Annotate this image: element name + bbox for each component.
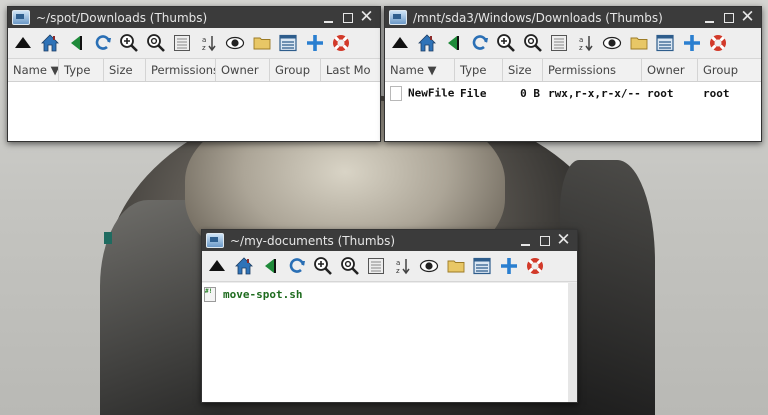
help-lifebuoy-icon[interactable] — [707, 32, 729, 54]
new-icon[interactable] — [304, 32, 326, 54]
close-button[interactable]: ✕ — [357, 7, 376, 28]
window-title: /mnt/sda3/Windows/Downloads (Thumbs) — [413, 10, 663, 25]
help-lifebuoy-icon[interactable] — [330, 32, 352, 54]
column-header-last-modified[interactable]: Last Mo — [321, 59, 378, 81]
thumbs-view-icon[interactable] — [365, 255, 387, 277]
app-window-icon — [389, 10, 407, 25]
file-list[interactable]: move-spot.sh — [202, 283, 577, 402]
column-header-name[interactable]: Name ▼ — [8, 59, 59, 81]
zoom-out-icon[interactable] — [339, 255, 361, 277]
column-header-type[interactable]: Type — [59, 59, 104, 81]
app-window-icon — [206, 233, 224, 248]
help-lifebuoy-icon[interactable] — [524, 255, 546, 277]
hidden-files-eye-icon[interactable] — [224, 32, 246, 54]
column-header-owner[interactable]: Owner — [642, 59, 698, 81]
file-permissions: rwx,r-x,r-x/--- — [548, 86, 642, 100]
list-item[interactable]: move-spot.sh — [202, 284, 577, 304]
svg-text:z: z — [396, 267, 400, 275]
toolbar: az — [202, 251, 577, 282]
up-icon[interactable] — [389, 32, 411, 54]
back-icon[interactable] — [65, 32, 87, 54]
close-button[interactable]: ✕ — [554, 230, 573, 251]
svg-text:z: z — [579, 44, 583, 52]
column-header-permissions[interactable]: Permissions — [543, 59, 642, 81]
detail-view-icon[interactable] — [471, 255, 493, 277]
thumbs-view-icon[interactable] — [171, 32, 193, 54]
home-icon[interactable] — [39, 32, 61, 54]
toolbar: az — [8, 28, 380, 59]
close-button[interactable]: ✕ — [738, 7, 757, 28]
home-icon[interactable] — [233, 255, 255, 277]
zoom-in-icon[interactable] — [495, 32, 517, 54]
svg-text:a: a — [202, 36, 206, 44]
detail-view-icon[interactable] — [277, 32, 299, 54]
new-icon[interactable] — [498, 255, 520, 277]
column-header-type[interactable]: Type — [455, 59, 503, 81]
titlebar[interactable]: /mnt/sda3/Windows/Downloads (Thumbs) ✕ — [385, 7, 761, 28]
back-icon[interactable] — [442, 32, 464, 54]
new-icon[interactable] — [681, 32, 703, 54]
maximize-button[interactable] — [338, 7, 357, 28]
thumbs-view-icon[interactable] — [548, 32, 570, 54]
column-header-row: Name ▼ Type Size Permissions Owner Group… — [8, 59, 380, 82]
column-header-group[interactable]: Group — [270, 59, 321, 81]
hidden-files-eye-icon[interactable] — [601, 32, 623, 54]
column-header-group[interactable]: Group — [698, 59, 748, 81]
minimize-button[interactable] — [319, 7, 338, 28]
home-icon[interactable] — [416, 32, 438, 54]
column-header-name[interactable]: Name ▼ — [385, 59, 455, 81]
vertical-scrollbar[interactable] — [568, 283, 577, 402]
back-icon[interactable] — [259, 255, 281, 277]
file-name: NewFile — [408, 86, 455, 99]
svg-text:a: a — [579, 36, 583, 44]
sort-icon[interactable]: az — [392, 255, 414, 277]
folder-icon[interactable] — [251, 32, 273, 54]
column-header-permissions[interactable]: Permissions — [146, 59, 216, 81]
column-header-owner[interactable]: Owner — [216, 59, 270, 81]
sort-icon[interactable]: az — [198, 32, 220, 54]
column-header-size[interactable]: Size — [104, 59, 146, 81]
column-header-size[interactable]: Size — [503, 59, 543, 81]
refresh-icon[interactable] — [92, 32, 114, 54]
column-header-row: Name ▼ Type Size Permissions Owner Group — [385, 59, 761, 82]
svg-text:z: z — [202, 44, 206, 52]
file-owner: root — [647, 86, 674, 100]
minimize-button[interactable] — [516, 230, 535, 251]
zoom-in-icon[interactable] — [118, 32, 140, 54]
file-name: move-spot.sh — [223, 287, 303, 301]
up-icon[interactable] — [12, 32, 34, 54]
file-list[interactable] — [8, 82, 380, 141]
minimize-button[interactable] — [700, 7, 719, 28]
maximize-button[interactable] — [719, 7, 738, 28]
file-manager-window-my-documents: ~/my-documents (Thumbs) ✕ az move-spot.s… — [201, 229, 578, 403]
file-type: File — [460, 86, 487, 100]
maximize-button[interactable] — [535, 230, 554, 251]
folder-icon[interactable] — [628, 32, 650, 54]
hidden-files-eye-icon[interactable] — [418, 255, 440, 277]
table-row[interactable]: NewFile File 0 B rwx,r-x,r-x/--- root ro… — [385, 83, 761, 103]
file-group: root — [703, 86, 730, 100]
svg-text:a: a — [396, 259, 400, 267]
file-manager-window-windows-downloads: /mnt/sda3/Windows/Downloads (Thumbs) ✕ a… — [384, 6, 762, 142]
file-size: 0 B — [520, 86, 540, 100]
shell-script-icon — [204, 286, 216, 302]
titlebar[interactable]: ~/my-documents (Thumbs) ✕ — [202, 230, 577, 251]
app-window-icon — [12, 10, 30, 25]
sort-icon[interactable]: az — [575, 32, 597, 54]
refresh-icon[interactable] — [469, 32, 491, 54]
up-icon[interactable] — [206, 255, 228, 277]
zoom-in-icon[interactable] — [312, 255, 334, 277]
titlebar[interactable]: ~/spot/Downloads (Thumbs) ✕ — [8, 7, 380, 28]
zoom-out-icon[interactable] — [522, 32, 544, 54]
window-title: ~/spot/Downloads (Thumbs) — [36, 10, 208, 25]
refresh-icon[interactable] — [286, 255, 308, 277]
file-icon — [390, 85, 402, 101]
toolbar: az — [385, 28, 761, 59]
window-title: ~/my-documents (Thumbs) — [230, 233, 396, 248]
folder-icon[interactable] — [445, 255, 467, 277]
zoom-out-icon[interactable] — [145, 32, 167, 54]
detail-view-icon[interactable] — [654, 32, 676, 54]
file-manager-window-spot-downloads: ~/spot/Downloads (Thumbs) ✕ az Name ▼ Ty… — [7, 6, 381, 142]
file-list[interactable]: NewFile File 0 B rwx,r-x,r-x/--- root ro… — [385, 82, 761, 141]
